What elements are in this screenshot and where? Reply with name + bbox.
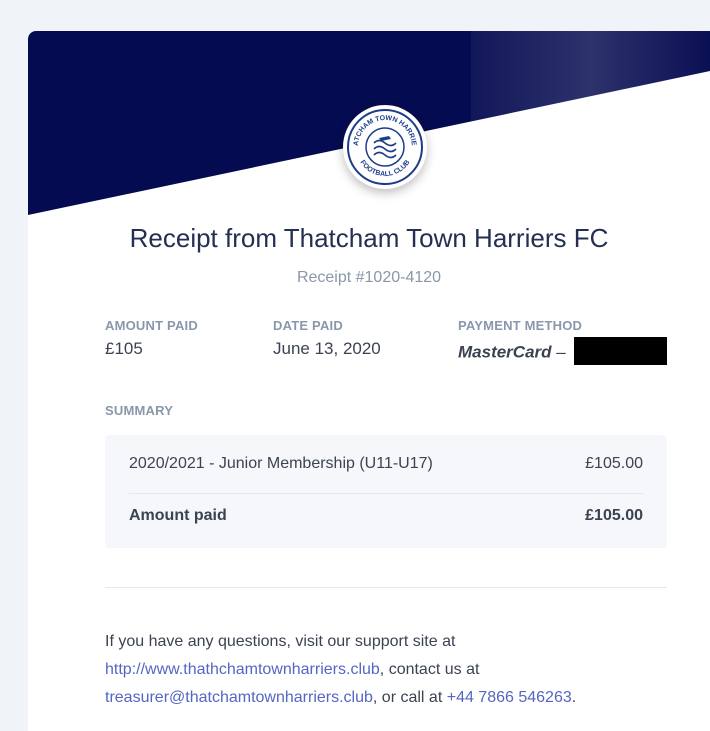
date-paid-label: DATE PAID — [273, 318, 343, 333]
footer-text-part: , or call at — [372, 689, 447, 706]
phone-link[interactable]: +44 7866 546263 — [447, 689, 572, 706]
amount-paid-label: AMOUNT PAID — [105, 318, 198, 333]
footer-text-part: If you have any questions, visit our sup… — [105, 633, 456, 650]
email-link[interactable]: treasurer@thatchamtownharriers.club — [105, 689, 373, 706]
line-item-description: 2020/2021 - Junior Membership (U11-U17) — [129, 455, 433, 472]
date-paid-value: June 13, 2020 — [273, 339, 381, 358]
date-paid-block: DATE PAID June 13, 2020 — [273, 318, 381, 359]
footer-text-part: . — [571, 689, 577, 706]
card-separator: – — [551, 342, 571, 362]
receipt-card: THATCHAM TOWN HARRIERS FOOTBALL CLUB Rec… — [28, 31, 710, 731]
payment-method-value: MasterCard – — [458, 337, 668, 367]
amount-paid-block: AMOUNT PAID £105 — [105, 318, 198, 359]
section-divider — [105, 587, 667, 588]
summary-line-item: 2020/2021 - Junior Membership (U11-U17) … — [129, 455, 643, 485]
support-site-link[interactable]: http://www.thathchamtownharriers.club — [105, 661, 380, 678]
total-label: Amount paid — [129, 507, 227, 524]
payment-method-label: PAYMENT METHOD — [458, 318, 583, 333]
summary-label: SUMMARY — [105, 403, 174, 418]
redacted-card-number — [574, 337, 668, 365]
club-logo: THATCHAM TOWN HARRIERS FOOTBALL CLUB — [343, 105, 427, 189]
line-item-amount: £105.00 — [585, 455, 643, 472]
receipt-number: Receipt #1020-4120 — [296, 269, 442, 286]
footer-text: If you have any questions, visit our sup… — [105, 628, 675, 712]
summary-box: 2020/2021 - Junior Membership (U11-U17) … — [105, 435, 667, 548]
summary-divider — [129, 493, 643, 494]
page-title: Receipt from Thatcham Town Harriers FC — [129, 223, 609, 253]
payment-method-block: PAYMENT METHOD MasterCard – — [458, 318, 668, 367]
summary-total-row: Amount paid £105.00 — [129, 507, 643, 537]
footer-text-part: , contact us at — [379, 661, 480, 678]
card-brand: MasterCard — [458, 342, 552, 362]
amount-paid-value: £105 — [105, 339, 143, 358]
total-amount: £105.00 — [585, 507, 643, 524]
